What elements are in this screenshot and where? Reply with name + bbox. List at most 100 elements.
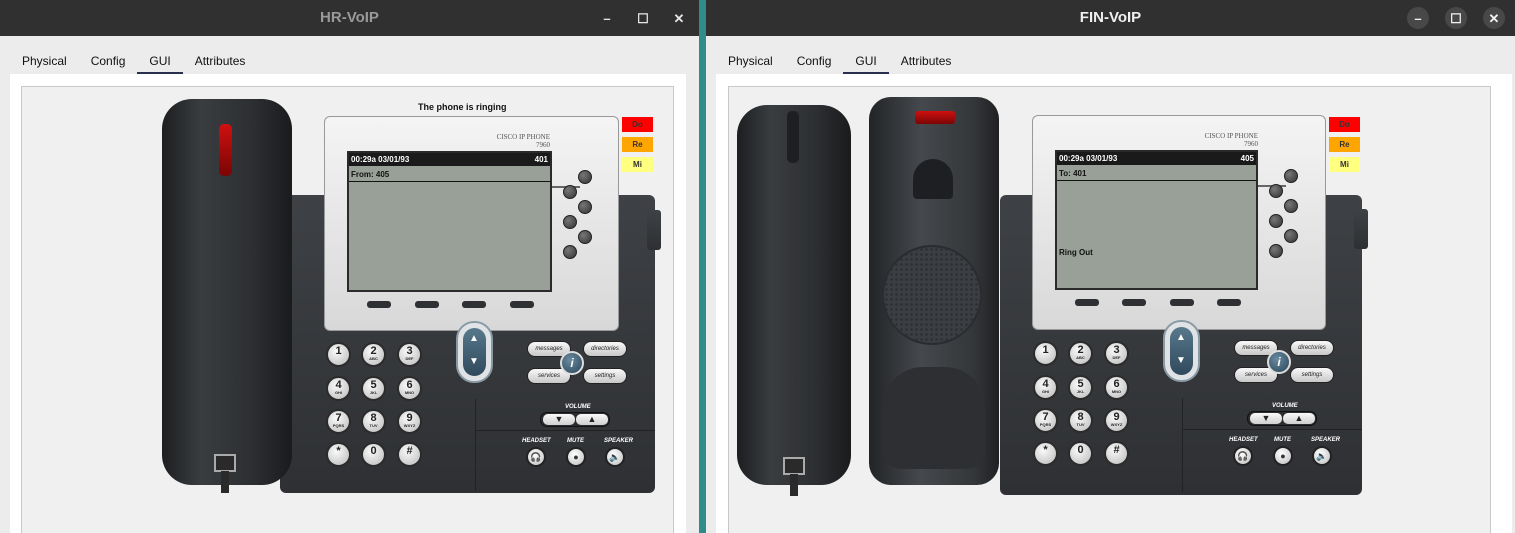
close-button[interactable]: ✕ <box>1483 7 1505 29</box>
softkey-3[interactable] <box>1170 299 1194 306</box>
volume-label: VOLUME <box>565 404 591 410</box>
volume-down-icon[interactable]: ▼ <box>1250 413 1282 424</box>
softkey-3[interactable] <box>462 301 486 308</box>
key-9[interactable]: 9 WXYZ <box>1104 408 1129 433</box>
key-7[interactable]: 7 PQRS <box>1033 408 1058 433</box>
key-6[interactable]: 6 MNO <box>397 376 422 401</box>
key-1[interactable]: 1 <box>326 342 351 367</box>
line-button-4[interactable] <box>563 215 577 229</box>
lcd-extension: 405 <box>1240 154 1254 163</box>
minimize-button[interactable]: – <box>597 8 617 28</box>
key-2[interactable]: 2 ABC <box>361 342 386 367</box>
key-4[interactable]: 4 GHI <box>1033 375 1058 400</box>
tab-attributes[interactable]: Attributes <box>183 48 258 74</box>
close-button[interactable]: ✕ <box>669 8 689 28</box>
key-3[interactable]: 3 DEF <box>1104 341 1129 366</box>
key-6[interactable]: 6 MNO <box>1104 375 1129 400</box>
handset[interactable] <box>162 99 292 485</box>
tab-config[interactable]: Config <box>79 48 138 74</box>
key-3[interactable]: 3 DEF <box>397 342 422 367</box>
line-button-1[interactable] <box>578 170 592 184</box>
line-button-2[interactable] <box>1269 184 1283 198</box>
key-0[interactable]: 0 <box>361 442 386 467</box>
volume-control: ▼ ▲ <box>1247 411 1317 426</box>
key-star[interactable]: * <box>326 442 351 467</box>
mute-label: MUTE <box>567 438 584 444</box>
volume-up-icon[interactable]: ▲ <box>1283 413 1315 424</box>
tab-physical[interactable]: Physical <box>716 48 785 74</box>
line-button-6[interactable] <box>1269 244 1283 258</box>
key-7[interactable]: 7 PQRS <box>326 409 351 434</box>
nav-inner: ▲ ▼ <box>1170 327 1193 375</box>
key-0[interactable]: 0 <box>1068 441 1093 466</box>
softkey-4[interactable] <box>510 301 534 308</box>
mute-icon[interactable]: ● <box>566 447 586 467</box>
nav-down-icon[interactable]: ▼ <box>1176 355 1186 366</box>
settings-button[interactable]: settings <box>1290 367 1334 383</box>
volume-down-icon[interactable]: ▼ <box>543 414 575 425</box>
cord-connector <box>783 457 805 475</box>
mi-button[interactable]: Mi <box>1329 157 1360 172</box>
re-button[interactable]: Re <box>1329 137 1360 152</box>
minimize-button[interactable]: – <box>1407 7 1429 29</box>
volume-label: VOLUME <box>1272 403 1298 409</box>
window-titlebar[interactable]: FIN-VoIP – ☐ ✕ <box>706 0 1515 36</box>
navigation-rocker[interactable]: ▲ ▼ <box>456 321 493 383</box>
softkey-4[interactable] <box>1217 299 1241 306</box>
window-titlebar[interactable]: HR-VoIP – ☐ ✕ <box>0 0 699 36</box>
directories-button[interactable]: directories <box>583 341 627 357</box>
tab-gui[interactable]: GUI <box>137 48 184 75</box>
line-button-5[interactable] <box>578 230 592 244</box>
tab-physical[interactable]: Physical <box>10 48 79 74</box>
line-button-3[interactable] <box>1284 199 1298 213</box>
tab-gui[interactable]: GUI <box>843 48 890 75</box>
softkey-2[interactable] <box>1122 299 1146 306</box>
handset[interactable] <box>737 105 851 485</box>
softkey-1[interactable] <box>1075 299 1099 306</box>
maximize-button[interactable]: ☐ <box>1445 7 1467 29</box>
speaker-icon[interactable]: 🔈 <box>605 447 625 467</box>
nav-up-icon[interactable]: ▲ <box>469 333 479 344</box>
key-2[interactable]: 2 ABC <box>1068 341 1093 366</box>
key-9[interactable]: 9 WXYZ <box>397 409 422 434</box>
key-4[interactable]: 4 GHI <box>326 376 351 401</box>
hook-switch[interactable] <box>913 159 953 199</box>
nav-down-icon[interactable]: ▼ <box>469 356 479 367</box>
nav-inner: ▲ ▼ <box>463 328 486 376</box>
re-button[interactable]: Re <box>622 137 653 152</box>
key-hash[interactable]: # <box>1104 441 1129 466</box>
volume-up-icon[interactable]: ▲ <box>576 414 608 425</box>
do-button[interactable]: Do <box>1329 117 1360 132</box>
line-button-3[interactable] <box>578 200 592 214</box>
key-5[interactable]: 5 JKL <box>361 376 386 401</box>
line-button-4[interactable] <box>1269 214 1283 228</box>
directories-button[interactable]: directories <box>1290 340 1334 356</box>
key-5[interactable]: 5 JKL <box>1068 375 1093 400</box>
tab-attributes[interactable]: Attributes <box>889 48 964 74</box>
key-hash[interactable]: # <box>397 442 422 467</box>
navigation-rocker[interactable]: ▲ ▼ <box>1163 320 1200 382</box>
key-8[interactable]: 8 TUV <box>361 409 386 434</box>
line-button-6[interactable] <box>563 245 577 259</box>
cord-connector <box>214 454 236 472</box>
key-8[interactable]: 8 TUV <box>1068 408 1093 433</box>
maximize-button[interactable]: ☐ <box>633 8 653 28</box>
speaker-icon[interactable]: 🔈 <box>1312 446 1332 466</box>
softkey-2[interactable] <box>415 301 439 308</box>
headset-icon[interactable]: 🎧 <box>526 447 546 467</box>
headset-icon[interactable]: 🎧 <box>1233 446 1253 466</box>
mute-icon[interactable]: ● <box>1273 446 1293 466</box>
key-1[interactable]: 1 <box>1033 341 1058 366</box>
line-button-5[interactable] <box>1284 229 1298 243</box>
key-star[interactable]: * <box>1033 441 1058 466</box>
line-button-2[interactable] <box>563 185 577 199</box>
softkey-1[interactable] <box>367 301 391 308</box>
tab-config[interactable]: Config <box>785 48 844 74</box>
line-button-1[interactable] <box>1284 169 1298 183</box>
settings-button[interactable]: settings <box>583 368 627 384</box>
info-icon[interactable]: i <box>560 351 584 375</box>
nav-up-icon[interactable]: ▲ <box>1176 332 1186 343</box>
info-icon[interactable]: i <box>1267 350 1291 374</box>
do-button[interactable]: Do <box>622 117 653 132</box>
mi-button[interactable]: Mi <box>622 157 653 172</box>
